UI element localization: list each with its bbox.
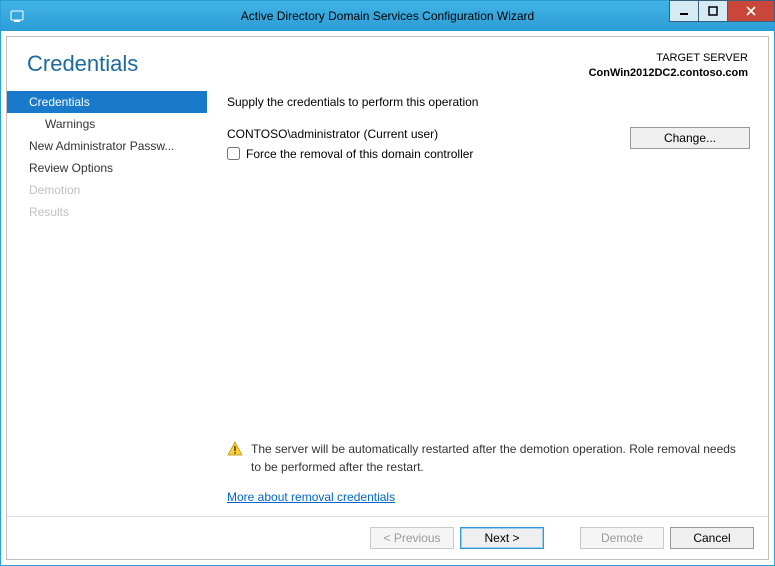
step-nav: CredentialsWarningsNew Administrator Pas… (7, 87, 207, 516)
previous-button[interactable]: < Previous (370, 527, 454, 549)
page-title: Credentials (27, 51, 589, 77)
window-title: Active Directory Domain Services Configu… (1, 9, 774, 23)
main-panel: Supply the credentials to perform this o… (207, 87, 768, 516)
nav-step-2[interactable]: New Administrator Passw... (7, 135, 207, 157)
target-server-block: TARGET SERVER ConWin2012DC2.contoso.com (589, 51, 748, 81)
wizard-window: Active Directory Domain Services Configu… (0, 0, 775, 566)
warning-icon (227, 441, 243, 457)
change-credentials-button[interactable]: Change... (630, 127, 750, 149)
target-server-label: TARGET SERVER (589, 51, 748, 66)
close-button[interactable] (727, 0, 775, 22)
nav-step-5: Results (7, 201, 207, 223)
more-info-link[interactable]: More about removal credentials (227, 490, 750, 504)
target-server-value: ConWin2012DC2.contoso.com (589, 66, 748, 81)
nav-step-4: Demotion (7, 179, 207, 201)
cancel-button[interactable]: Cancel (670, 527, 754, 549)
next-button[interactable]: Next > (460, 527, 544, 549)
instruction-text: Supply the credentials to perform this o… (227, 95, 750, 109)
force-removal-text: Force the removal of this domain control… (246, 147, 473, 161)
page-header: Credentials TARGET SERVER ConWin2012DC2.… (7, 37, 768, 87)
force-removal-label[interactable]: Force the removal of this domain control… (227, 147, 630, 161)
warning-text: The server will be automatically restart… (251, 441, 746, 476)
titlebar: Active Directory Domain Services Configu… (1, 1, 774, 31)
nav-step-1[interactable]: Warnings (7, 113, 207, 135)
app-icon (3, 2, 31, 30)
current-user-text: CONTOSO\administrator (Current user) (227, 127, 630, 141)
wizard-footer: < Previous Next > Demote Cancel (7, 516, 768, 559)
demote-button[interactable]: Demote (580, 527, 664, 549)
warning-row: The server will be automatically restart… (227, 441, 750, 476)
nav-step-3[interactable]: Review Options (7, 157, 207, 179)
wizard-body: CredentialsWarningsNew Administrator Pas… (7, 87, 768, 516)
maximize-button[interactable] (698, 0, 728, 22)
window-controls (669, 1, 774, 31)
nav-step-0[interactable]: Credentials (7, 91, 207, 113)
content-frame: Credentials TARGET SERVER ConWin2012DC2.… (6, 36, 769, 560)
force-removal-checkbox[interactable] (227, 147, 240, 160)
minimize-button[interactable] (669, 0, 699, 22)
